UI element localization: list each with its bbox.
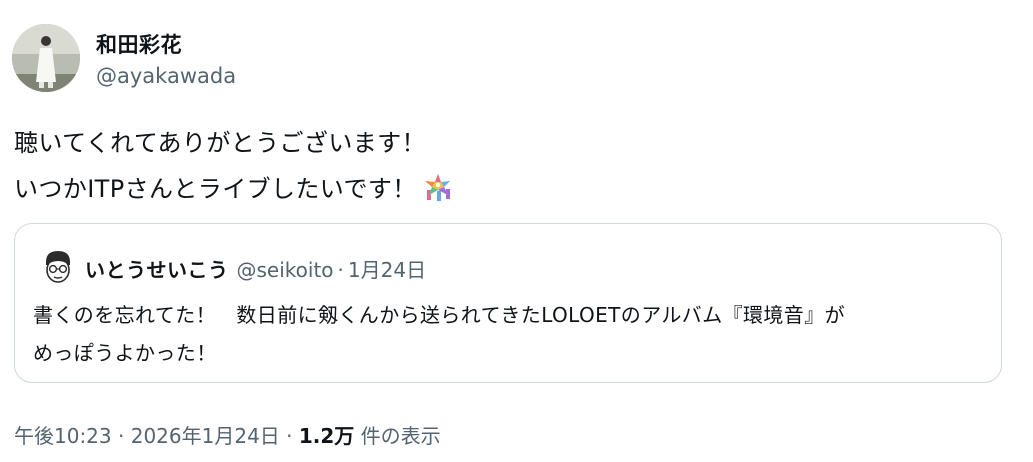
quoted-tweet-text: 書くのを忘れてた！ 数日前に剱くんから送られてきたLOLOETのアルバム『環境音…	[33, 296, 845, 372]
quoted-tweet-date: 1月24日	[347, 258, 427, 282]
tweet-date[interactable]: 2026年1月24日	[131, 424, 280, 448]
author-display-name[interactable]: 和田彩花	[96, 29, 182, 59]
meta-separator-1: ·	[118, 424, 125, 448]
quoted-author-avatar-image	[37, 246, 79, 288]
views-label: 件の表示	[360, 424, 441, 448]
quoted-tweet-card[interactable]: いとうせいこう @seikoito · 1月24日 書くのを忘れてた！ 数日前に剱くん…	[14, 223, 1002, 383]
tweet-text-line-2-wrap: いつかITPさんとライブしたいです！	[14, 166, 455, 212]
quoted-author-display-name: いとうせいこう	[85, 258, 229, 282]
quoted-tweet-text-line-2: めっぽうよかった！	[33, 341, 217, 365]
pinata-icon	[421, 170, 455, 204]
quoted-tweet-header: いとうせいこう @seikoito · 1月24日	[85, 254, 426, 283]
meta-separator-2: ·	[286, 424, 293, 448]
tweet: 和田彩花 @ayakawada 聴いてくれてありがとうございます！ いつかITP…	[0, 0, 1033, 462]
views-count: 1.2万	[298, 424, 355, 448]
tweet-text-line-1: 聴いてくれてありがとうございます！	[14, 129, 426, 157]
quoted-author-handle: @seikoito	[236, 258, 334, 282]
tweet-text-line-2: いつかITPさんとライブしたいです！	[14, 175, 417, 203]
author-avatar[interactable]	[12, 24, 80, 92]
quoted-author-avatar[interactable]	[37, 246, 79, 288]
author-avatar-image	[12, 24, 80, 92]
quoted-tweet-text-line-1: 書くのを忘れてた！ 数日前に剱くんから送られてきたLOLOETのアルバム『環境音…	[33, 303, 845, 327]
tweet-text: 聴いてくれてありがとうございます！ いつかITPさんとライブしたいです！	[14, 120, 455, 212]
author-handle[interactable]: @ayakawada	[96, 64, 236, 88]
tweet-time[interactable]: 午後10:23	[14, 424, 112, 448]
tweet-meta: 午後10:23 · 2026年1月24日 · 1.2万 件の表示	[14, 420, 441, 449]
quoted-header-separator: ·	[337, 258, 344, 282]
